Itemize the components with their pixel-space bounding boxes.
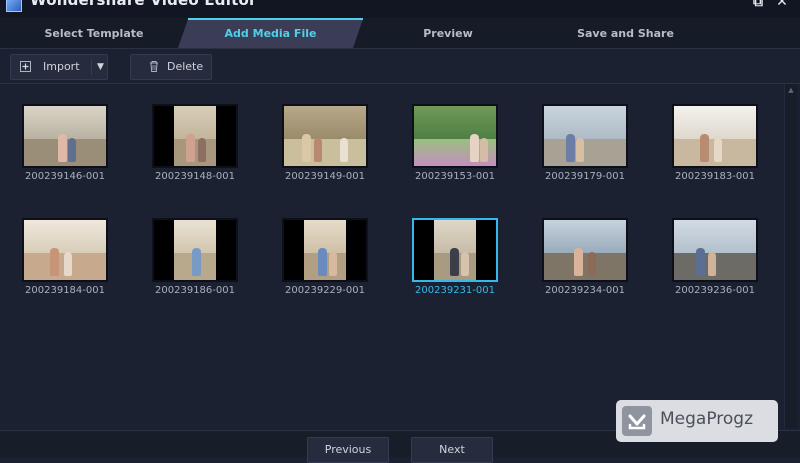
tab-select-template[interactable]: Select Template <box>0 18 188 48</box>
media-thumbnail <box>542 104 628 168</box>
media-thumbnail <box>152 218 238 282</box>
media-filename: 200239229-001 <box>285 285 365 296</box>
media-filename: 200239236-001 <box>675 285 755 296</box>
media-item[interactable]: 200239153-001 <box>390 84 520 188</box>
watermark-logo-icon <box>622 406 652 436</box>
vertical-scrollbar[interactable]: ▲ <box>784 84 797 428</box>
media-filename: 200239183-001 <box>675 171 755 182</box>
scroll-up-icon[interactable]: ▲ <box>785 86 797 96</box>
media-thumbnail <box>282 104 368 168</box>
media-item[interactable]: 200239234-001 <box>520 198 650 302</box>
tab-save-and-share[interactable]: Save and Share <box>533 18 718 48</box>
media-thumbnail <box>412 104 498 168</box>
media-item[interactable]: 200239149-001 <box>260 84 390 188</box>
media-item[interactable]: 200239184-001 <box>0 198 130 302</box>
delete-label: Delete <box>167 60 204 73</box>
import-label: Import <box>43 60 80 73</box>
media-thumbnail <box>22 104 108 168</box>
media-thumbnail <box>22 218 108 282</box>
next-button[interactable]: Next <box>411 437 493 463</box>
media-filename: 200239184-001 <box>25 285 105 296</box>
app-logo-icon <box>6 0 22 12</box>
media-toolbar: Import ▼ Delete <box>0 49 800 84</box>
title-bar: Wondershare Video Editor ⧉ ✕ <box>0 0 800 18</box>
media-thumbnail <box>282 218 368 282</box>
media-filename: 200239234-001 <box>545 285 625 296</box>
media-item[interactable]: 200239146-001 <box>0 84 130 188</box>
import-icon <box>19 59 33 73</box>
media-grid: 200239146-001 200239148-001 200239149-00… <box>0 84 782 428</box>
media-filename: 200239148-001 <box>155 171 235 182</box>
import-separator <box>91 59 92 75</box>
watermark-text: MegaProgz <box>660 409 754 429</box>
media-thumbnail <box>672 104 758 168</box>
media-thumbnail <box>152 104 238 168</box>
media-item[interactable]: 200239231-001 <box>390 198 520 302</box>
import-button[interactable]: Import ▼ <box>10 54 108 80</box>
media-thumbnail <box>672 218 758 282</box>
media-filename: 200239231-001 <box>415 285 495 296</box>
restore-icon[interactable]: ⧉ <box>750 0 766 10</box>
watermark: MegaProgz <box>616 400 778 442</box>
media-item[interactable]: 200239229-001 <box>260 198 390 302</box>
media-item[interactable]: 200239183-001 <box>650 84 780 188</box>
step-tabs: Select Template Add Media File Preview S… <box>0 18 800 49</box>
media-filename: 200239186-001 <box>155 285 235 296</box>
media-filename: 200239153-001 <box>415 171 495 182</box>
media-filename: 200239179-001 <box>545 171 625 182</box>
previous-button[interactable]: Previous <box>307 437 389 463</box>
tab-preview[interactable]: Preview <box>363 18 533 48</box>
import-dropdown-chevron-icon[interactable]: ▼ <box>97 55 104 79</box>
media-thumbnail <box>542 218 628 282</box>
close-icon[interactable]: ✕ <box>774 0 790 10</box>
trash-icon <box>147 59 161 73</box>
window-title: Wondershare Video Editor <box>30 0 257 9</box>
media-filename: 200239149-001 <box>285 171 365 182</box>
media-filename: 200239146-001 <box>25 171 105 182</box>
media-thumbnail <box>412 218 498 282</box>
delete-button[interactable]: Delete <box>130 54 212 80</box>
tab-add-media-file[interactable]: Add Media File <box>178 18 363 48</box>
media-item[interactable]: 200239148-001 <box>130 84 260 188</box>
media-item[interactable]: 200239186-001 <box>130 198 260 302</box>
media-item[interactable]: 200239179-001 <box>520 84 650 188</box>
media-item[interactable]: 200239236-001 <box>650 198 780 302</box>
